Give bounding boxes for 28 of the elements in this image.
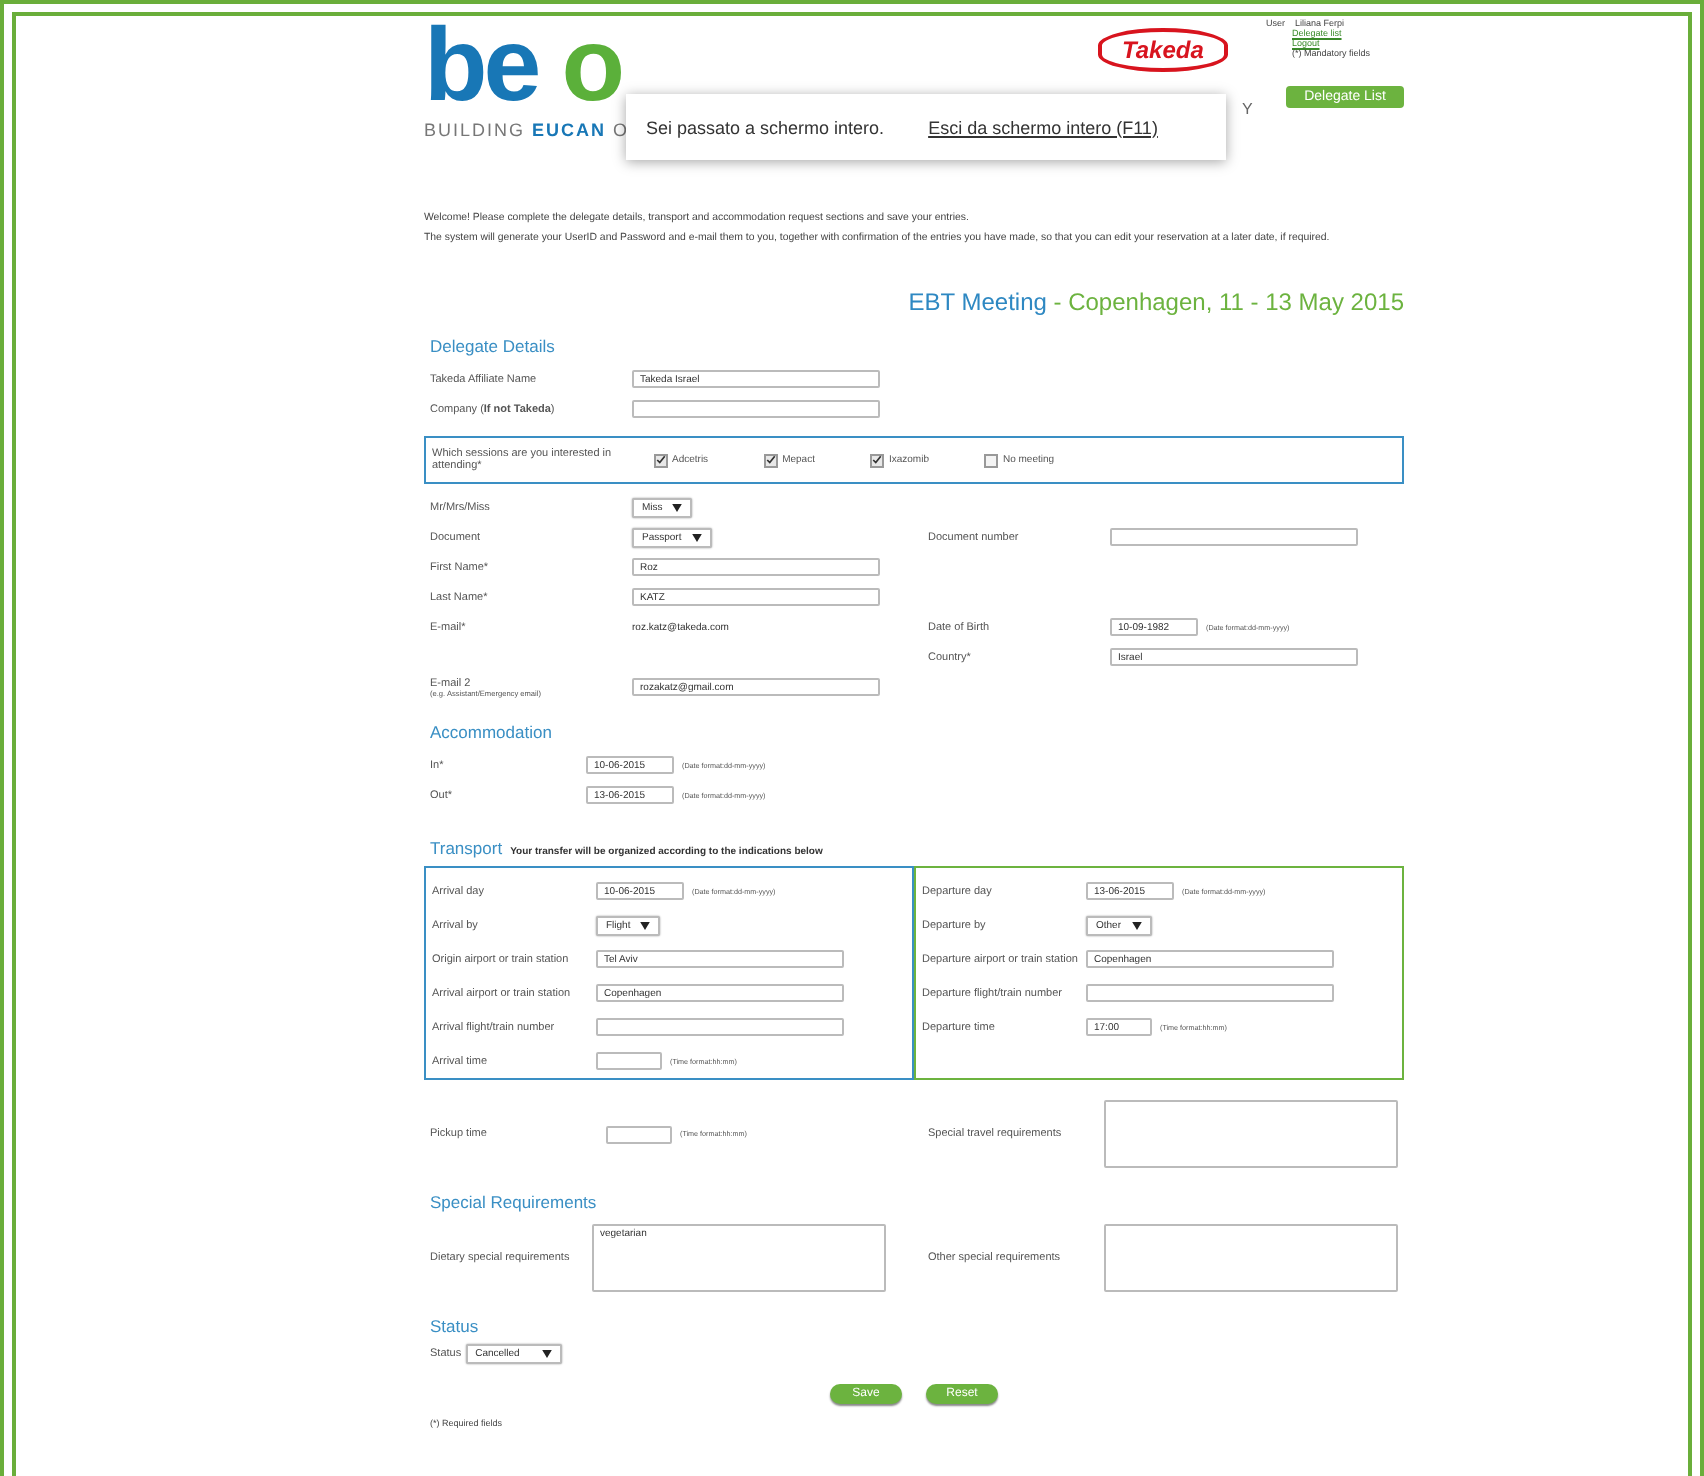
input-field[interactable]	[606, 1125, 672, 1143]
takeda-logo: Takeda	[1098, 28, 1228, 72]
input-field[interactable]	[1086, 984, 1334, 1002]
section-heading: Status	[430, 1316, 481, 1336]
caret-icon	[691, 533, 702, 541]
caret-icon	[640, 921, 651, 929]
logo: be o	[424, 20, 621, 112]
caret-icon	[1131, 921, 1142, 929]
exit-fullscreen-link[interactable]: Esci da schermo intero (F11)	[928, 117, 1158, 137]
header-text-fragment: Y	[1242, 100, 1253, 118]
text-area[interactable]	[1104, 1100, 1398, 1168]
input-field[interactable]	[596, 1052, 662, 1070]
caret-icon	[672, 503, 683, 511]
section-heading: Accommodation	[430, 722, 554, 742]
checkbox[interactable]	[654, 453, 668, 467]
section-heading: Delegate Details	[430, 336, 557, 356]
checkbox[interactable]	[870, 453, 885, 467]
checkbox[interactable]	[764, 453, 779, 467]
notice-message: Sei passato a schermo intero.	[646, 117, 885, 137]
section-heading: Special Requirements	[430, 1192, 599, 1212]
section-heading: Transport	[430, 838, 503, 858]
checkbox[interactable]	[984, 453, 999, 467]
meeting-title: EBT Meeting - Copenhagen, 11 - 13 May 2015	[906, 288, 1404, 316]
caret-icon	[541, 1350, 552, 1358]
input-field[interactable]	[632, 400, 880, 418]
input-field[interactable]	[1110, 528, 1358, 546]
input-field[interactable]	[596, 1018, 844, 1036]
text-area[interactable]	[1104, 1224, 1398, 1292]
